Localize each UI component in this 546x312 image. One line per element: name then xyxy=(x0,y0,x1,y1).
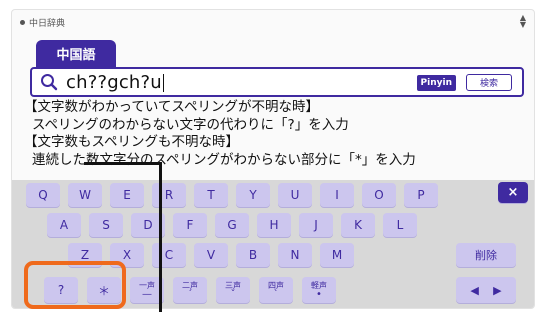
key-j[interactable]: J xyxy=(299,213,333,237)
key-x[interactable]: X xyxy=(110,243,144,267)
key-u[interactable]: U xyxy=(278,183,312,207)
tone-1-mark-icon: — xyxy=(142,289,152,300)
search-input[interactable]: ch??gch?u xyxy=(66,72,164,93)
cursor-arrow-keys[interactable]: ◀ ▶ xyxy=(456,277,516,303)
wildcard-question-key[interactable]: ? xyxy=(44,277,78,303)
tab-chinese[interactable]: 中国語 xyxy=(36,40,116,67)
key-w[interactable]: W xyxy=(68,183,102,207)
key-l[interactable]: L xyxy=(383,213,417,237)
key-f[interactable]: F xyxy=(173,213,207,237)
key-k[interactable]: K xyxy=(341,213,375,237)
key-y[interactable]: Y xyxy=(236,183,270,207)
help-line: 【文字数がわかっていてスペリングが不明な時】 xyxy=(24,99,319,115)
tone-2-key[interactable]: 二声 ˊ xyxy=(173,277,207,303)
key-t[interactable]: T xyxy=(194,183,228,207)
key-r[interactable]: R xyxy=(152,183,186,207)
key-c[interactable]: C xyxy=(152,243,186,267)
key-a[interactable]: A xyxy=(47,213,81,237)
help-line: 連続した数文字分のスペリングがわからない部分に「*」を入力 xyxy=(32,151,416,168)
key-n[interactable]: N xyxy=(278,243,312,267)
help-line: スペリングのわからない文字の代わりに「?」を入力 xyxy=(32,116,349,133)
soft-keyboard: Q W E R T Y U I O P × A S D F G H J K L … xyxy=(12,180,534,308)
tone-3-key[interactable]: 三声 ˇ xyxy=(216,277,250,303)
key-h[interactable]: H xyxy=(257,213,291,237)
delete-button[interactable]: 削除 xyxy=(456,243,516,267)
dictionary-title: 中日辞典 xyxy=(20,16,65,29)
dictionary-screen: 中日辞典 ▲ ▼ 中国語 ch??gch?u Pinyin 検索 【文字数がわかっ… xyxy=(11,9,535,309)
help-line: 【文字数もスペリングも不明な時】 xyxy=(24,134,240,150)
tone-4-mark-icon: ˋ xyxy=(273,289,279,300)
tone-3-mark-icon: ˇ xyxy=(230,289,236,300)
bullet-icon xyxy=(20,20,25,25)
dictionary-name: 中日辞典 xyxy=(29,19,66,29)
search-button[interactable]: 検索 xyxy=(466,74,512,91)
arrow-left-icon[interactable]: ◀ xyxy=(470,284,478,297)
key-b[interactable]: B xyxy=(236,243,270,267)
key-q[interactable]: Q xyxy=(26,183,60,207)
scroll-arrows-icon[interactable]: ▲ ▼ xyxy=(520,14,526,29)
pinyin-button[interactable]: Pinyin xyxy=(416,75,456,91)
key-e[interactable]: E xyxy=(110,183,144,207)
close-keyboard-button[interactable]: × xyxy=(498,182,528,203)
tone-neutral-key[interactable]: 軽声 • xyxy=(302,277,336,303)
key-i[interactable]: I xyxy=(320,183,354,207)
key-o[interactable]: O xyxy=(362,183,396,207)
tone-4-key[interactable]: 四声 ˋ xyxy=(259,277,293,303)
tone-2-mark-icon: ˊ xyxy=(187,289,193,300)
help-text: 【文字数がわかっていてスペリングが不明な時】 スペリングのわからない文字の代わり… xyxy=(24,99,416,169)
search-field[interactable]: ch??gch?u Pinyin 検索 xyxy=(30,67,524,97)
callout-line-horizontal xyxy=(84,162,162,165)
key-m[interactable]: M xyxy=(320,243,354,267)
callout-line-vertical xyxy=(159,162,162,312)
text-caret xyxy=(162,73,164,92)
key-s[interactable]: S xyxy=(89,213,123,237)
search-icon xyxy=(41,74,58,91)
tone-neutral-mark-icon: • xyxy=(316,289,322,300)
key-p[interactable]: P xyxy=(404,183,438,207)
key-z[interactable]: Z xyxy=(68,243,102,267)
arrow-right-icon[interactable]: ▶ xyxy=(493,284,501,297)
key-g[interactable]: G xyxy=(215,213,249,237)
wildcard-star-key[interactable]: ＊ xyxy=(87,277,121,303)
key-v[interactable]: V xyxy=(194,243,228,267)
